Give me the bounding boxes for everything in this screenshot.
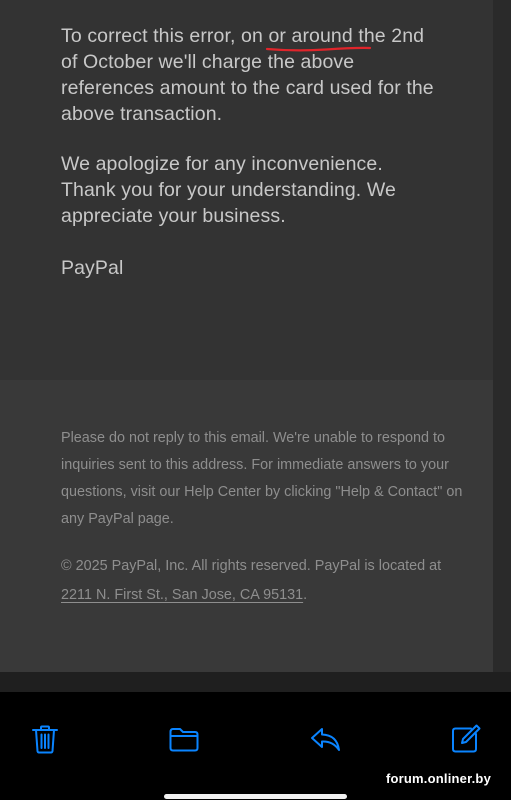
copyright-text: © 2025 PayPal, Inc. All rights reserved.… bbox=[61, 558, 442, 574]
email-body: To correct this error, on or around t he … bbox=[0, 0, 493, 380]
mail-toolbar: forum.onliner.by bbox=[0, 692, 511, 800]
watermark-text: forum.onliner.by bbox=[385, 771, 491, 786]
email-paragraph-correction: To correct this error, on or around t he … bbox=[61, 23, 441, 127]
email-paragraph-apology: We apologize for any inconvenience. Than… bbox=[61, 153, 396, 227]
paragraph-text-start: To correct this error, on bbox=[61, 25, 269, 47]
trash-button[interactable] bbox=[28, 722, 62, 756]
trash-icon bbox=[32, 725, 58, 754]
mail-screen: To correct this error, on or around t he … bbox=[0, 0, 511, 800]
reply-button[interactable] bbox=[308, 722, 342, 756]
red-underline-stroke bbox=[266, 46, 372, 52]
copyright-period: . bbox=[303, 587, 308, 603]
email-signature: PayPal bbox=[61, 257, 124, 279]
move-to-folder-button[interactable] bbox=[167, 722, 201, 756]
compose-icon bbox=[452, 724, 481, 753]
email-footer: Please do not reply to this email. We're… bbox=[0, 380, 493, 672]
footer-copyright: © 2025 PayPal, Inc. All rights reserved.… bbox=[61, 552, 471, 610]
red-underline-annotation: or around t bbox=[266, 25, 372, 52]
content-bottom-edge bbox=[0, 672, 511, 692]
home-indicator[interactable] bbox=[164, 794, 347, 799]
scroll-gutter bbox=[493, 0, 511, 692]
folder-icon bbox=[169, 728, 199, 752]
footer-notice: Please do not reply to this email. We're… bbox=[61, 430, 463, 527]
address-link[interactable]: 2211 N. First St., San Jose, CA 95131 bbox=[61, 587, 303, 603]
compose-button[interactable] bbox=[448, 722, 482, 756]
reply-icon bbox=[311, 728, 340, 751]
